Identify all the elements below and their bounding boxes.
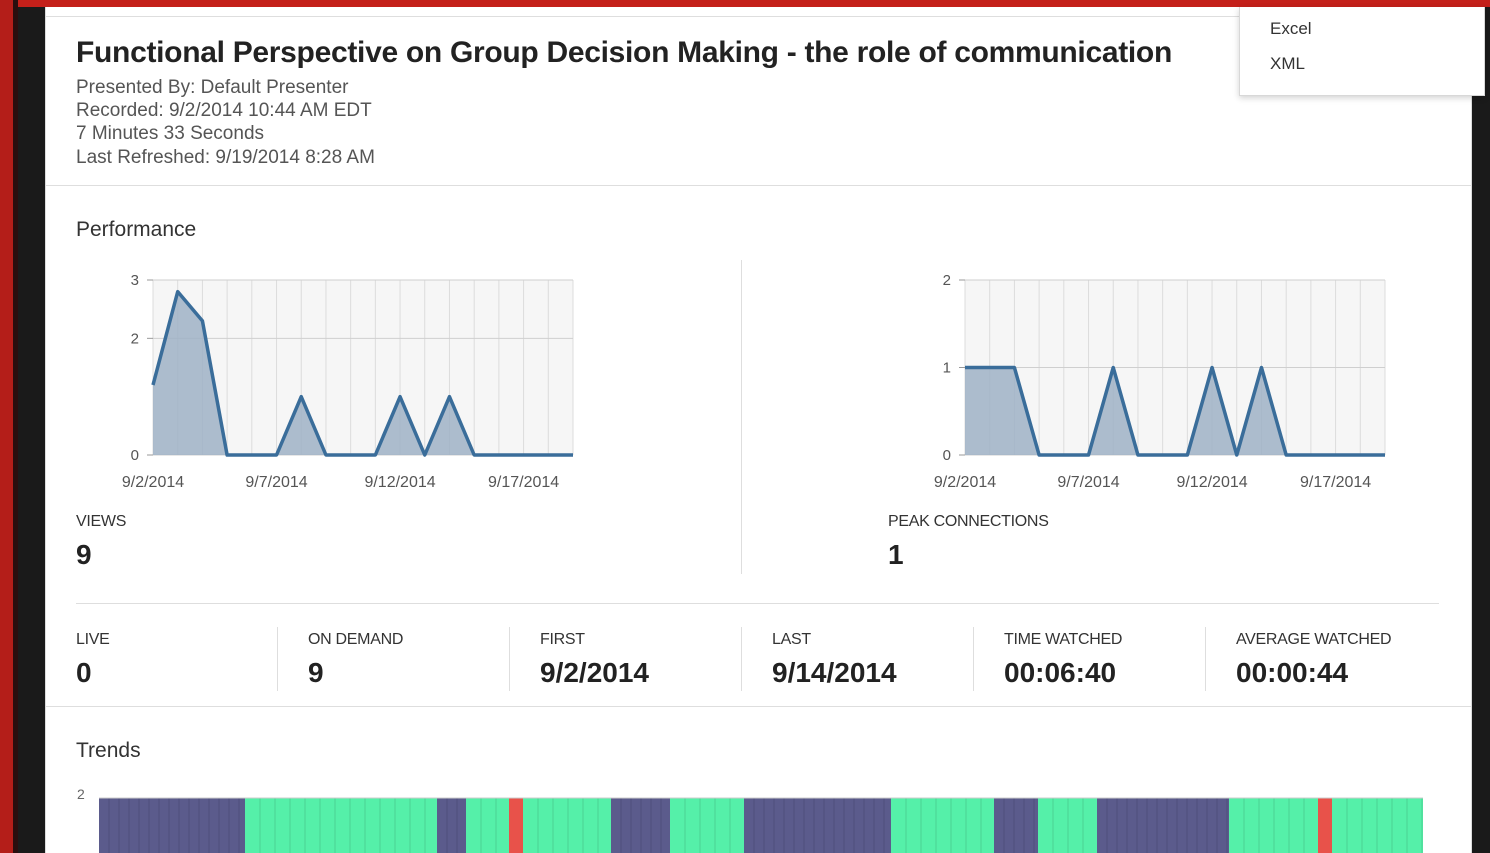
views-value: 9 [76,539,92,570]
peak-x-tick-label: 9/17/2014 [1300,474,1371,491]
views-x-tick-label: 9/17/2014 [488,474,559,491]
trend-segment [509,798,523,853]
trends-title: Trends [76,739,141,762]
divider [46,706,1471,707]
peak-y-tick-label: 0 [943,447,951,464]
stat-average-watched-label: AVERAGE WATCHED [1236,631,1392,648]
trend-segment [245,798,437,853]
trends-chart [99,797,1423,853]
stat-first-label: FIRST [540,631,585,648]
export-excel-item[interactable]: Excel [1270,19,1312,39]
views-y-tick-label: 3 [131,272,139,289]
trend-segment [744,798,891,853]
trend-segment [1318,798,1332,853]
report-panel: Functional Perspective on Group Decision… [45,7,1485,853]
page-title: Functional Perspective on Group Decision… [76,36,1172,69]
peak-y-tick-label: 2 [943,272,951,289]
stat-live-value: 0 [76,657,92,688]
stat-on-demand-label: ON DEMAND [308,631,404,648]
peak-y-tick-label: 1 [943,360,951,377]
export-xml-item[interactable]: XML [1270,54,1305,74]
stat-separator [277,627,278,691]
stat-separator [973,627,974,691]
stat-first-value: 9/2/2014 [540,657,649,688]
chart-separator [741,260,742,574]
divider [76,603,1439,604]
recorded-date: Recorded: 9/2/2014 10:44 AM EDT [76,100,372,121]
stat-separator [1205,627,1206,691]
views-label: VIEWS [76,513,127,530]
peak-connections-label: PEAK CONNECTIONS [888,513,1049,530]
views-x-tick-label: 9/7/2014 [245,474,307,491]
trend-segment [670,798,744,853]
presented-by: Presented By: Default Presenter [76,77,349,98]
stat-time-watched-value: 00:06:40 [1004,657,1117,688]
peak-connections-value: 1 [888,539,904,570]
peak-x-tick-label: 9/12/2014 [1176,474,1247,491]
stat-live-label: LIVE [76,631,110,648]
performance-title: Performance [76,218,197,241]
trend-segment [437,798,466,853]
stat-on-demand-value: 9 [308,657,324,688]
window-top-bar [0,0,1490,7]
views-chart: 0 2 3 9/2/2014 9/7/2014 9/12/2014 9/17/2014 [122,272,574,491]
views-x-tick-label: 9/12/2014 [364,474,435,491]
last-refreshed: Last Refreshed: 9/19/2014 8:28 AM [76,147,375,168]
trend-segment [99,798,245,853]
stat-last-label: LAST [772,631,811,648]
divider [46,185,1471,186]
stat-time-watched-label: TIME WATCHED [1004,631,1123,648]
views-y-tick-label: 2 [131,330,139,347]
trends-y-tick: 2 [77,786,85,802]
views-x-tick-label: 9/2/2014 [122,474,184,491]
stat-separator [509,627,510,691]
views-y-tick-label: 0 [131,447,139,464]
peak-connections-chart: 0 1 2 9/2/2014 9/7/2014 9/12/2014 9/17/2014 [934,272,1386,491]
stat-separator [741,627,742,691]
stat-last-value: 9/14/2014 [772,657,897,688]
window-left-trim [13,0,18,853]
stat-average-watched-value: 00:00:44 [1236,657,1349,688]
window-left-bar [0,0,13,853]
duration: 7 Minutes 33 Seconds [76,123,265,144]
peak-x-tick-label: 9/7/2014 [1057,474,1119,491]
trend-segment [466,798,509,853]
peak-x-tick-label: 9/2/2014 [934,474,996,491]
export-menu: Excel XML [1239,7,1485,96]
trend-segment [994,798,1038,853]
